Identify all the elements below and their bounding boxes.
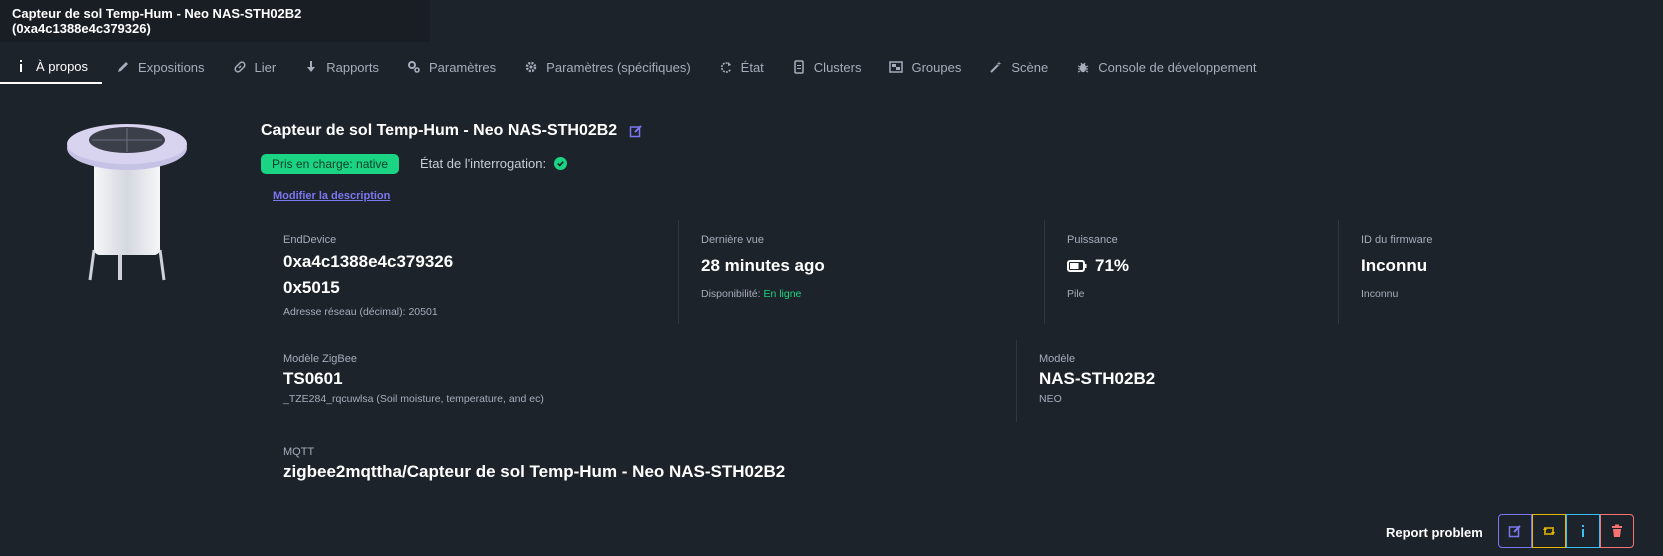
tab-settings[interactable]: Paramètres: [393, 50, 510, 84]
tab-bar: À propos Expositions Lier Rapports Param…: [0, 50, 1663, 84]
tab-clusters[interactable]: Clusters: [778, 50, 876, 84]
interrogation-label: État de l'interrogation:: [420, 156, 547, 171]
firmware-sub: Inconnu: [1361, 288, 1399, 300]
tab-label: Expositions: [138, 59, 205, 75]
last-seen-value: 28 minutes ago: [701, 256, 825, 275]
tab-label: Paramètres: [428, 59, 497, 75]
firmware-value: Inconnu: [1361, 256, 1428, 275]
file-icon: [792, 60, 806, 74]
edit-description-link[interactable]: Modifier la description: [273, 190, 390, 202]
power-label: Puissance: [1067, 234, 1118, 246]
device-image: [67, 124, 187, 281]
battery-icon: [1067, 260, 1087, 272]
tab-label: Console de développement: [1098, 59, 1257, 75]
model-label: Modèle: [1039, 353, 1076, 365]
tab-label: À propos: [36, 58, 89, 74]
firmware-label: ID du firmware: [1361, 234, 1433, 246]
mqtt-label: MQTT: [283, 446, 315, 458]
zigbee-model-value: TS0601: [283, 369, 343, 388]
power-value: 71%: [1095, 256, 1130, 275]
firmware-stat: ID du firmware Inconnu Inconnu: [1361, 234, 1433, 300]
device-title: Capteur de sol Temp-Hum - Neo NAS-STH02B…: [261, 122, 618, 139]
divider: [678, 220, 679, 324]
delete-button[interactable]: [1600, 514, 1634, 548]
availability: Disponibilité: En ligne: [701, 288, 825, 300]
window-title-bar: Capteur de sol Temp-Hum - Neo NAS-STH02B…: [0, 0, 430, 42]
gear-icon: [524, 60, 538, 74]
edit-icon: [1508, 525, 1521, 538]
model-stat: Modèle NAS-STH02B2 NEO: [1039, 353, 1155, 405]
divider: [1016, 340, 1017, 422]
enddevice-stat: EndDevice 0xa4c1388e4c379326 0x5015 Adre…: [283, 234, 453, 318]
divider: [1044, 220, 1045, 324]
tab-settings-specific[interactable]: Paramètres (spécifiques): [510, 50, 705, 84]
tab-state[interactable]: État: [705, 50, 778, 84]
rename-button[interactable]: [1498, 514, 1532, 548]
tab-scene[interactable]: Scène: [975, 50, 1062, 84]
zigbee-model-label: Modèle ZigBee: [283, 353, 357, 365]
model-value: NAS-STH02B2: [1039, 369, 1156, 388]
tab-bind[interactable]: Lier: [219, 50, 291, 84]
ieee-address: 0xa4c1388e4c379326: [283, 252, 454, 271]
power-value-row: 71%: [1067, 256, 1129, 276]
tab-label: Rapports: [326, 59, 379, 75]
network-address-decimal: Adresse réseau (décimal): 20501: [283, 306, 438, 318]
availability-label: Disponibilité:: [701, 288, 761, 300]
report-problem-link[interactable]: Report problem: [1386, 525, 1483, 540]
tab-about[interactable]: À propos: [0, 50, 103, 84]
pencil-icon: [116, 60, 130, 74]
tab-dev-console[interactable]: Console de développement: [1062, 50, 1270, 84]
device-actions: [1498, 514, 1634, 548]
zigbee-model-stat: Modèle ZigBee TS0601 _TZE284_rqcuwlsa (S…: [283, 353, 544, 405]
last-seen-label: Dernière vue: [701, 234, 764, 246]
network-address: 0x5015: [283, 278, 340, 297]
tab-label: Groupes: [911, 59, 962, 75]
magic-wand-icon: [989, 60, 1003, 74]
tab-label: Scène: [1011, 59, 1049, 75]
interrogation-status: État de l'interrogation:: [420, 156, 568, 171]
support-badge: Pris en charge: native: [261, 154, 400, 174]
tab-exposes[interactable]: Expositions: [102, 50, 218, 84]
check-circle-icon: [554, 157, 568, 170]
tab-label: Lier: [254, 59, 277, 75]
info-icon: [1582, 525, 1584, 537]
bug-icon: [1076, 60, 1090, 74]
divider: [1338, 220, 1339, 324]
enddevice-label: EndDevice: [283, 234, 337, 246]
edit-icon[interactable]: [629, 124, 643, 138]
tab-label: Paramètres (spécifiques): [546, 59, 691, 75]
tab-groups[interactable]: Groupes: [875, 50, 975, 84]
download-icon: [304, 60, 318, 74]
interview-button[interactable]: [1566, 514, 1600, 548]
tab-reports[interactable]: Rapports: [290, 50, 393, 84]
tab-label: Clusters: [813, 59, 862, 75]
object-group-icon: [889, 60, 904, 74]
trash-icon: [1612, 524, 1622, 537]
cogs-icon: [407, 60, 421, 74]
refresh-icon: [719, 60, 733, 74]
link-icon: [233, 60, 247, 74]
reconfigure-button[interactable]: [1532, 514, 1566, 548]
window-title: Capteur de sol Temp-Hum - Neo NAS-STH02B…: [12, 6, 302, 36]
mqtt-stat: MQTT zigbee2mqttha/Capteur de sol Temp-H…: [283, 446, 785, 482]
device-header: Capteur de sol Temp-Hum - Neo NAS-STH02B…: [261, 122, 643, 140]
power-source: Pile: [1067, 288, 1085, 300]
power-stat: Puissance 71% Pile: [1067, 234, 1129, 300]
mqtt-topic: zigbee2mqttha/Capteur de sol Temp-Hum - …: [283, 462, 786, 481]
vendor: NEO: [1039, 393, 1062, 405]
tab-label: État: [740, 59, 764, 75]
zigbee-model-sub: _TZE284_rqcuwlsa (Soil moisture, tempera…: [283, 393, 544, 405]
retweet-icon: [1543, 527, 1555, 535]
availability-value: En ligne: [763, 288, 802, 300]
info-icon: [14, 59, 28, 73]
last-seen-stat: Dernière vue 28 minutes ago Disponibilit…: [701, 234, 825, 300]
